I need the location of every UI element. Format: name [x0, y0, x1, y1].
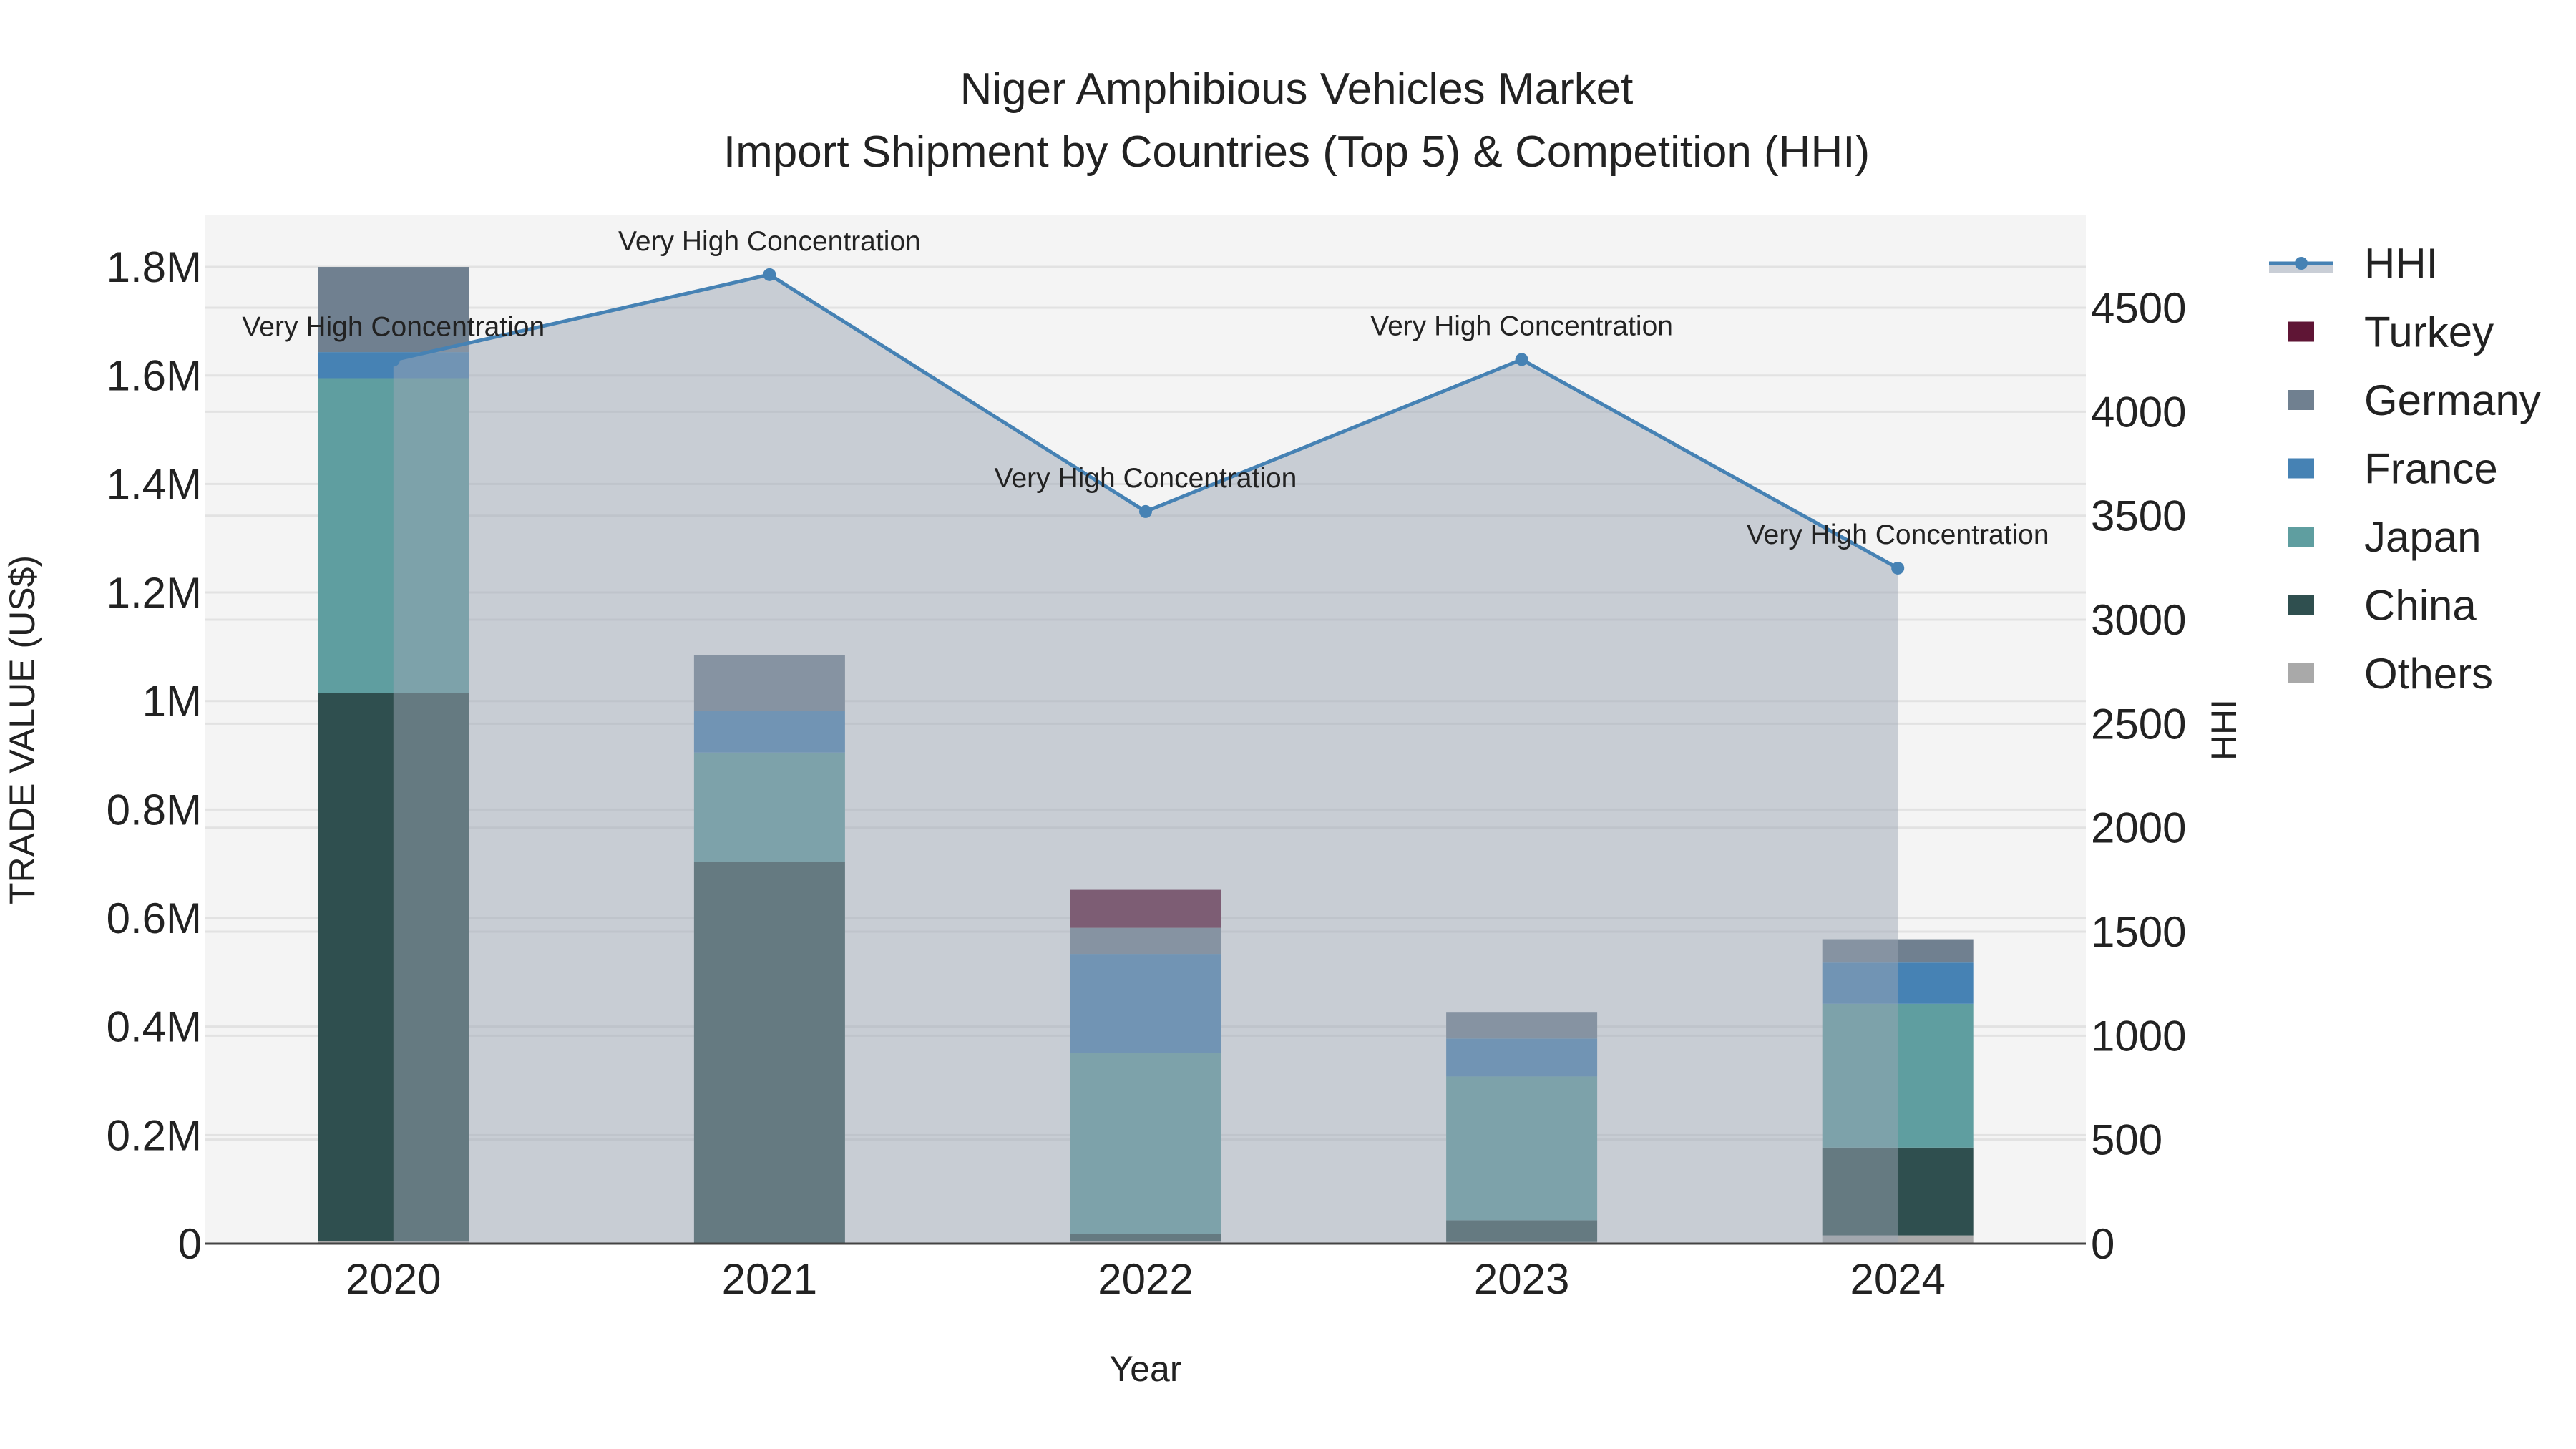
y2-tick-label: 2500 — [2091, 700, 2186, 748]
annotation-2022: Very High Concentration — [995, 463, 1297, 494]
legend-label-france: France — [2364, 445, 2498, 493]
legend-swatch-japan — [2288, 527, 2314, 547]
y-tick-label: 1.8M — [107, 243, 202, 291]
y-tick-label: 0.4M — [107, 1003, 202, 1051]
y2-axis-title: HHI — [2204, 699, 2244, 761]
y2-tick-label: 4500 — [2091, 284, 2186, 332]
y2-tick-label: 1500 — [2091, 908, 2186, 956]
chart-subtitle: Import Shipment by Countries (Top 5) & C… — [723, 127, 1870, 177]
legend-swatch-others — [2288, 663, 2314, 683]
annotation-2020: Very High Concentration — [242, 311, 545, 342]
legend-label-others: Others — [2364, 650, 2493, 698]
legend-label-china: China — [2364, 582, 2477, 630]
y2-tick-label: 1000 — [2091, 1012, 2186, 1060]
legend-hhi-marker — [2295, 257, 2308, 270]
legend-swatch-turkey — [2288, 321, 2314, 342]
annotation-2024: Very High Concentration — [1747, 519, 2049, 550]
legend: HHI Turkey Germany France Japan China Others — [2269, 240, 2541, 698]
legend-swatch-germany — [2288, 390, 2314, 410]
x-tick-label: 2022 — [1098, 1255, 1193, 1303]
y2-tick-label: 3000 — [2091, 596, 2186, 644]
y-tick-label: 1.2M — [107, 569, 202, 617]
legend-swatch-china — [2288, 595, 2314, 615]
hhi-marker-2024 — [1891, 561, 1905, 575]
annotation-2021: Very High Concentration — [618, 226, 921, 257]
legend-label-hhi: HHI — [2364, 240, 2438, 288]
y-tick-label: 1.6M — [107, 352, 202, 400]
chart-title: Niger Amphibious Vehicles Market — [960, 64, 1634, 114]
x-tick-label: 2021 — [722, 1255, 817, 1303]
legend-swatch-france — [2288, 458, 2314, 479]
hhi-marker-2020 — [386, 353, 400, 367]
annotation-2023: Very High Concentration — [1370, 311, 1673, 341]
hhi-marker-2021 — [763, 268, 776, 281]
y2-tick-label: 3500 — [2091, 492, 2186, 540]
x-axis-title: Year — [1109, 1349, 1181, 1389]
y-tick-label: 0.6M — [107, 894, 202, 942]
x-tick-label: 2024 — [1850, 1255, 1945, 1303]
y-axis-title: TRADE VALUE (US$) — [2, 555, 42, 904]
y-tick-label: 0.8M — [107, 786, 202, 834]
y-tick-label: 1.4M — [107, 460, 202, 508]
y2-tick-label: 2000 — [2091, 804, 2186, 852]
x-tick-label: 2023 — [1474, 1255, 1569, 1303]
legend-label-turkey: Turkey — [2364, 308, 2494, 356]
y2-tick-label: 4000 — [2091, 388, 2186, 436]
legend-label-germany: Germany — [2364, 376, 2541, 424]
y2-tick-label: 0 — [2091, 1220, 2114, 1268]
legend-label-japan: Japan — [2364, 513, 2481, 561]
chart: Very High Concentration Very High Concent… — [2, 64, 2541, 1389]
y2-tick-label: 500 — [2091, 1116, 2162, 1164]
y-tick-label: 0.2M — [107, 1111, 202, 1159]
y-tick-label: 0 — [178, 1220, 202, 1268]
hhi-marker-2023 — [1515, 353, 1528, 366]
hhi-marker-2022 — [1139, 504, 1152, 518]
x-tick-label: 2020 — [346, 1255, 441, 1303]
y-tick-label: 1M — [142, 678, 202, 726]
